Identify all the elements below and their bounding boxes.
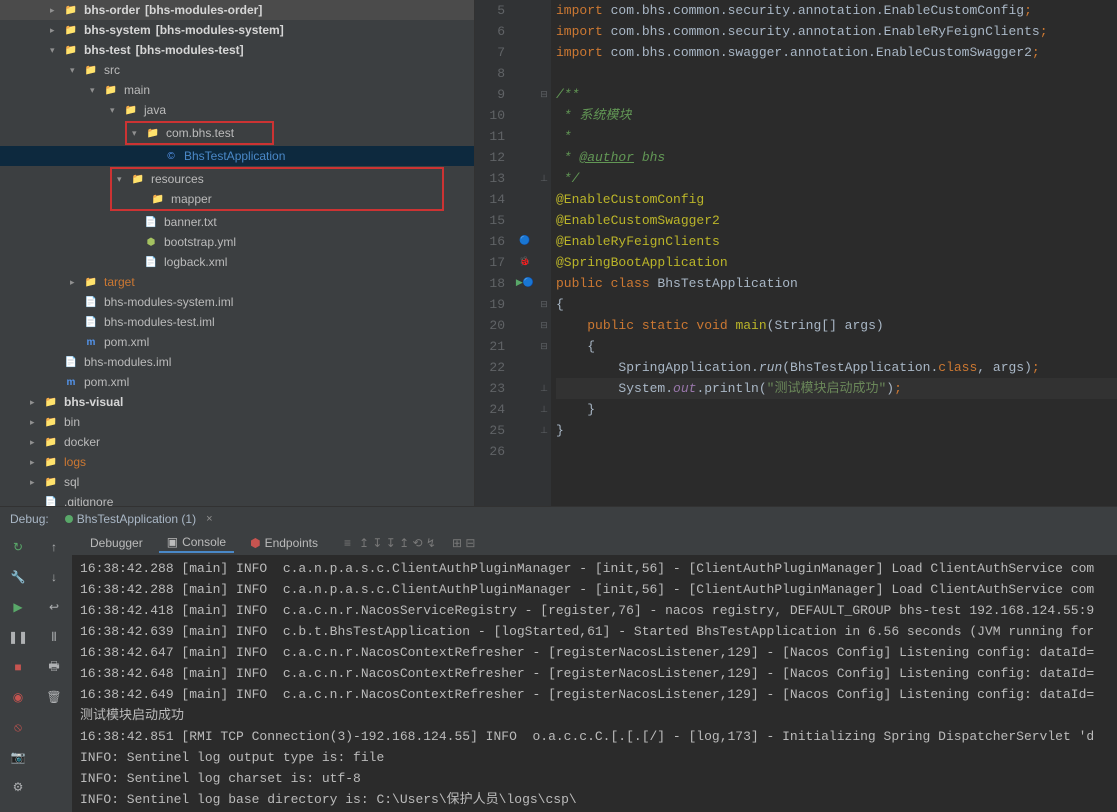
console-tabs: Debugger ▣ Console ⬢ Endpoints ≡ ↥ ↧ ↧ ↥…: [72, 530, 1117, 556]
tree-item[interactable]: 📄.gitignore: [0, 492, 474, 506]
soft-wrap-button[interactable]: ↩: [42, 595, 66, 619]
tree-item[interactable]: ▾📁main: [0, 80, 474, 100]
console-output[interactable]: 16:38:42.288 [main] INFO c.a.n.p.a.s.c.C…: [72, 556, 1117, 812]
console-panel: Debugger ▣ Console ⬢ Endpoints ≡ ↥ ↧ ↧ ↥…: [72, 530, 1117, 812]
clear-button[interactable]: 🗑: [42, 685, 66, 709]
debug-step-sidebar: ↑ ↓ ↩ ⫴ 🖶 🗑: [36, 530, 72, 812]
fold-column[interactable]: ⊟⊥⊟⊟⊟⊥⊥⊥: [537, 0, 551, 506]
tree-item[interactable]: ▾📁java: [0, 100, 474, 120]
camera-button[interactable]: 📷: [6, 745, 30, 769]
tree-item[interactable]: ▸📁bhs-system[bhs-modules-system]: [0, 20, 474, 40]
console-tab[interactable]: ▣ Console: [159, 533, 234, 553]
debug-label: Debug:: [10, 512, 49, 526]
rerun-button[interactable]: ↻: [6, 535, 30, 559]
tree-item[interactable]: 📄banner.txt: [0, 212, 474, 232]
code-area[interactable]: import com.bhs.common.security.annotatio…: [551, 0, 1117, 506]
tree-item[interactable]: ▾📁src: [0, 60, 474, 80]
view-breakpoints-button[interactable]: ◉: [6, 685, 30, 709]
tree-item[interactable]: ▸📁logs: [0, 452, 474, 472]
tree-item[interactable]: 📄bhs-modules-test.iml: [0, 312, 474, 332]
tree-item[interactable]: ▸📁docker: [0, 432, 474, 452]
project-tree[interactable]: ▸📁bhs-order[bhs-modules-order]▸📁bhs-syst…: [0, 0, 475, 506]
tree-item[interactable]: ©BhsTestApplication: [0, 146, 474, 166]
tree-item[interactable]: ⬢bootstrap.yml: [0, 232, 474, 252]
tools-button[interactable]: 🔧: [6, 565, 30, 589]
tree-item[interactable]: ▸📁sql: [0, 472, 474, 492]
tree-item[interactable]: 📄logback.xml: [0, 252, 474, 272]
tree-item[interactable]: ▾📁resources: [112, 169, 442, 189]
stop-button[interactable]: ■: [6, 655, 30, 679]
endpoints-icon: ⬢: [250, 536, 260, 550]
debugger-tab[interactable]: Debugger: [82, 534, 151, 552]
tree-item[interactable]: 📄bhs-modules-system.iml: [0, 292, 474, 312]
settings-button[interactable]: ⚙: [6, 775, 30, 799]
tree-item[interactable]: ▾📁com.bhs.test: [127, 123, 272, 143]
console-icon: ▣: [167, 535, 178, 549]
tree-item[interactable]: ▸📁bhs-order[bhs-modules-order]: [0, 0, 474, 20]
pause-button[interactable]: ❚❚: [6, 625, 30, 649]
tree-item[interactable]: ▸📁bin: [0, 412, 474, 432]
tree-item[interactable]: ▸📁bhs-visual: [0, 392, 474, 412]
scroll-up-button[interactable]: ↑: [42, 535, 66, 559]
resume-button[interactable]: ▶: [6, 595, 30, 619]
tree-item[interactable]: 📄bhs-modules.iml: [0, 352, 474, 372]
editor-gutter: 567891011121314151617181920212223242526 …: [475, 0, 537, 506]
close-icon[interactable]: ×: [206, 513, 212, 525]
debug-toolbar: Debug: BhsTestApplication (1) ×: [0, 506, 1117, 530]
layout-button[interactable]: ⫴: [42, 625, 66, 649]
running-dot-icon: [65, 515, 73, 523]
scroll-down-button[interactable]: ↓: [42, 565, 66, 589]
tree-item[interactable]: 📁mapper: [112, 189, 442, 209]
tree-item[interactable]: ▸📁target: [0, 272, 474, 292]
debug-config-tab[interactable]: BhsTestApplication (1) ×: [59, 510, 219, 528]
tree-item[interactable]: ▾📁bhs-test[bhs-modules-test]: [0, 40, 474, 60]
tree-item[interactable]: mpom.xml: [0, 332, 474, 352]
endpoints-tab[interactable]: ⬢ Endpoints: [242, 534, 326, 552]
mute-breakpoints-button[interactable]: ⦸: [6, 715, 30, 739]
tree-item[interactable]: mpom.xml: [0, 372, 474, 392]
print-button[interactable]: 🖶: [42, 655, 66, 679]
debug-actions-sidebar: ↻ 🔧 ▶ ❚❚ ■ ◉ ⦸ 📷 ⚙: [0, 530, 36, 812]
code-editor[interactable]: 567891011121314151617181920212223242526 …: [475, 0, 1117, 506]
